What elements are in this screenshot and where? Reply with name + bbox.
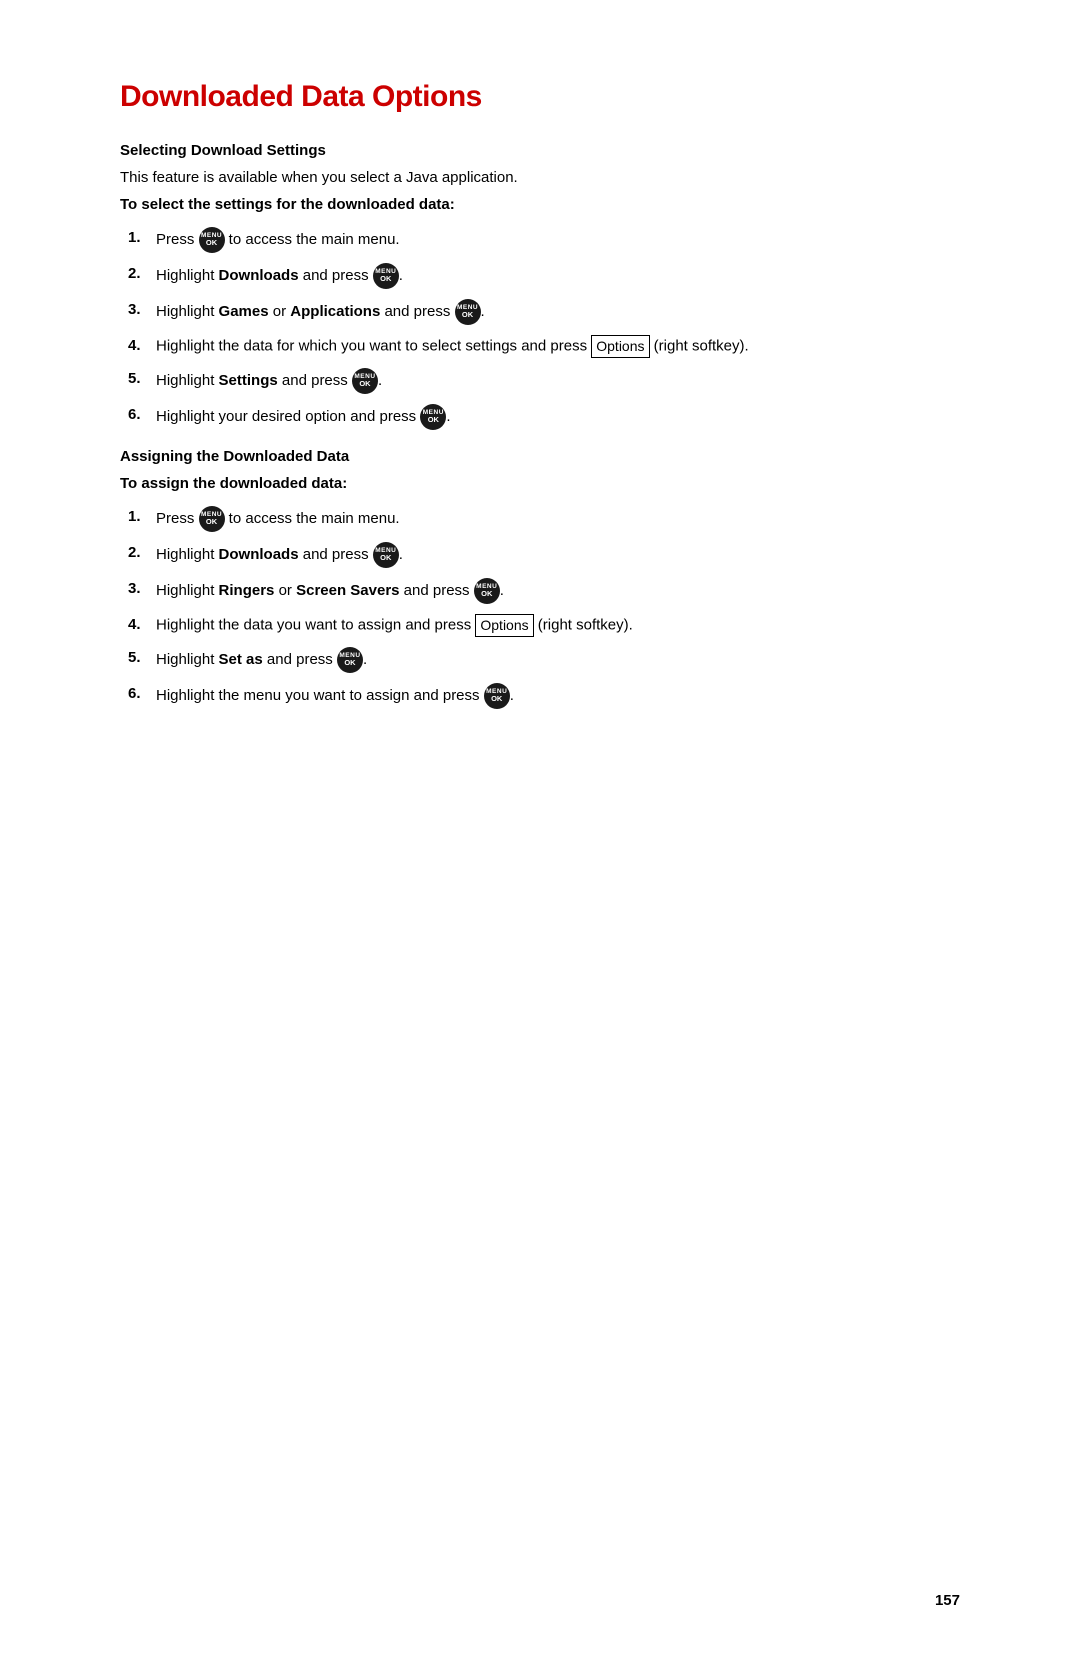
section1-steps: 1. Press MENUOK to access the main menu.… <box>120 227 960 430</box>
options-button: Options <box>591 335 649 358</box>
section2-step-1: 1. Press MENUOK to access the main menu. <box>120 506 960 532</box>
section-assigning-downloaded-data: Assigning the Downloaded Data To assign … <box>120 448 960 709</box>
menu-ok-icon: MENUOK <box>199 227 225 253</box>
section2-step-4: 4. Highlight the data you want to assign… <box>120 614 960 637</box>
step-content: Highlight Downloads and press MENUOK. <box>156 542 960 568</box>
menu-ok-icon: MENUOK <box>373 263 399 289</box>
step-content: Highlight Games or Applications and pres… <box>156 299 960 325</box>
step-num: 2. <box>128 263 156 286</box>
keyword-applications: Applications <box>290 303 380 320</box>
step-content: Highlight the menu you want to assign an… <box>156 683 960 709</box>
keyword-screen-savers: Screen Savers <box>296 582 399 599</box>
menu-ok-icon: MENUOK <box>420 404 446 430</box>
section2-step-6: 6. Highlight the menu you want to assign… <box>120 683 960 709</box>
step-num: 6. <box>128 683 156 706</box>
section1-step-5: 5. Highlight Settings and press MENUOK. <box>120 368 960 394</box>
step-num: 3. <box>128 578 156 601</box>
section2-step-2: 2. Highlight Downloads and press MENUOK. <box>120 542 960 568</box>
step-content: Press MENUOK to access the main menu. <box>156 227 960 253</box>
step-content: Highlight Downloads and press MENUOK. <box>156 263 960 289</box>
step-content: Highlight the data you want to assign an… <box>156 614 960 637</box>
step-num: 5. <box>128 647 156 670</box>
section2-step-5: 5. Highlight Set as and press MENUOK. <box>120 647 960 673</box>
step-content: Highlight Ringers or Screen Savers and p… <box>156 578 960 604</box>
section1-sub-heading: To select the settings for the downloade… <box>120 196 960 213</box>
step-content: Highlight Set as and press MENUOK. <box>156 647 960 673</box>
keyword-settings: Settings <box>219 372 278 389</box>
section-selecting-download-settings: Selecting Download Settings This feature… <box>120 142 960 430</box>
keyword-downloads: Downloads <box>219 267 299 284</box>
step-content: Highlight the data for which you want to… <box>156 335 960 358</box>
step-num: 3. <box>128 299 156 322</box>
menu-ok-icon: MENUOK <box>484 683 510 709</box>
section1-step-4: 4. Highlight the data for which you want… <box>120 335 960 358</box>
page-title: Downloaded Data Options <box>120 80 960 114</box>
menu-ok-icon: MENUOK <box>199 506 225 532</box>
menu-ok-icon: MENUOK <box>474 578 500 604</box>
step-num: 1. <box>128 227 156 250</box>
section1-step-1: 1. Press MENUOK to access the main menu. <box>120 227 960 253</box>
keyword-downloads: Downloads <box>219 546 299 563</box>
section2-heading: Assigning the Downloaded Data <box>120 448 960 465</box>
section2-step-3: 3. Highlight Ringers or Screen Savers an… <box>120 578 960 604</box>
step-content: Highlight Settings and press MENUOK. <box>156 368 960 394</box>
menu-ok-icon: MENUOK <box>455 299 481 325</box>
step-content: Highlight your desired option and press … <box>156 404 960 430</box>
step-num: 5. <box>128 368 156 391</box>
step-content: Press MENUOK to access the main menu. <box>156 506 960 532</box>
section1-step-2: 2. Highlight Downloads and press MENUOK. <box>120 263 960 289</box>
section1-step-6: 6. Highlight your desired option and pre… <box>120 404 960 430</box>
menu-ok-icon: MENUOK <box>337 647 363 673</box>
step-num: 4. <box>128 335 156 358</box>
step-num: 1. <box>128 506 156 529</box>
keyword-games: Games <box>219 303 269 320</box>
section1-step-3: 3. Highlight Games or Applications and p… <box>120 299 960 325</box>
options-button: Options <box>475 614 533 637</box>
section1-heading: Selecting Download Settings <box>120 142 960 159</box>
step-num: 4. <box>128 614 156 637</box>
section1-intro: This feature is available when you selec… <box>120 169 960 186</box>
page-number: 157 <box>935 1592 960 1609</box>
step-num: 2. <box>128 542 156 565</box>
keyword-ringers: Ringers <box>219 582 275 599</box>
menu-ok-icon: MENUOK <box>352 368 378 394</box>
section2-steps: 1. Press MENUOK to access the main menu.… <box>120 506 960 709</box>
section2-sub-heading: To assign the downloaded data: <box>120 475 960 492</box>
keyword-set-as: Set as <box>219 651 263 668</box>
step-num: 6. <box>128 404 156 427</box>
menu-ok-icon: MENUOK <box>373 542 399 568</box>
